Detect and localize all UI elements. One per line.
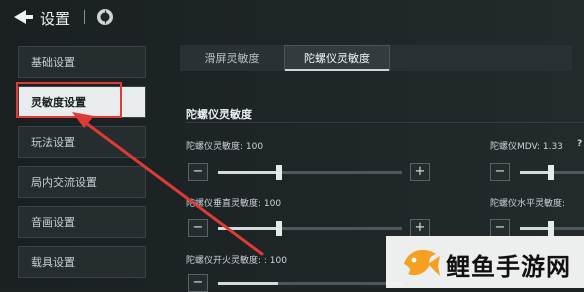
sidebar-item-label: 音画设置 (31, 216, 75, 229)
game-logo-icon (97, 9, 113, 25)
tab-swipe-sensitivity[interactable]: 滑屏灵敏度 (180, 45, 284, 71)
tab-label: 陀螺仪灵敏度 (304, 52, 370, 65)
sidebar-item-basic[interactable]: 基础设置 (18, 46, 146, 78)
slider-fill (218, 282, 278, 285)
gyro-vertical-plus-button[interactable]: + (410, 219, 430, 237)
gyro-fire-slider[interactable] (218, 282, 402, 285)
fish-logo-icon (404, 249, 440, 276)
slider-thumb[interactable] (276, 221, 282, 236)
gyro-vertical-label: 陀螺仪垂直灵敏度: 100 (186, 199, 282, 209)
sidebar-item-communication[interactable]: 局内交流设置 (18, 166, 146, 198)
gyro-sensitivity-plus-button[interactable]: + (410, 163, 430, 181)
tab-label: 滑屏灵敏度 (204, 52, 260, 65)
sidebar-item-audio-video[interactable]: 音画设置 (18, 206, 146, 238)
watermark-text: 鲤鱼手游网 (446, 253, 571, 281)
annotation-highlight-box (16, 82, 122, 118)
page-title: 设置 (40, 10, 71, 28)
gyro-horizontal-label: 陀螺仪水平灵敏度: (490, 199, 566, 209)
gyro-mdv-label: 陀螺仪MDV: 1.33 (490, 142, 563, 152)
sidebar-item-label: 玩法设置 (31, 136, 75, 149)
slider-fill (218, 171, 278, 174)
slider-fill (520, 171, 550, 174)
help-icon[interactable]: ? (577, 139, 582, 149)
gyro-vertical-slider[interactable] (218, 221, 402, 236)
sidebar-item-vehicle[interactable]: 载具设置 (18, 246, 146, 278)
gyro-sensitivity-slider[interactable] (218, 165, 402, 180)
slider-thumb[interactable] (276, 165, 282, 180)
gyro-sensitivity-label: 陀螺仪灵敏度: 100 (186, 142, 264, 152)
sidebar-item-label: 局内交流设置 (31, 176, 97, 189)
back-arrow-icon[interactable] (14, 9, 34, 25)
gyro-horizontal-minus-button[interactable]: − (490, 219, 510, 237)
gyro-sensitivity-minus-button[interactable]: − (188, 163, 208, 181)
section-title: 陀螺仪灵敏度 (186, 108, 252, 121)
tab-gyro-sensitivity[interactable]: 陀螺仪灵敏度 (284, 45, 390, 71)
tab-bar: 滑屏灵敏度 陀螺仪灵敏度 (180, 45, 572, 71)
slider-fill (218, 227, 278, 230)
gyro-mdv-slider[interactable] (520, 165, 584, 180)
top-bar: 设置 (0, 0, 584, 34)
gyro-vertical-minus-button[interactable]: − (188, 219, 208, 237)
gyro-mdv-minus-button[interactable]: − (490, 163, 510, 181)
section-divider (186, 122, 584, 123)
gyro-fire-label: 陀螺仪开火灵敏度: : 100 (186, 256, 287, 266)
header-divider (84, 10, 85, 24)
gyro-horizontal-slider[interactable] (520, 221, 584, 236)
sidebar-item-label: 载具设置 (31, 256, 75, 269)
slider-thumb[interactable] (548, 221, 554, 236)
watermark: 鲤鱼手游网 (386, 236, 584, 288)
slider-thumb[interactable] (548, 165, 554, 180)
sidebar-item-gameplay[interactable]: 玩法设置 (18, 126, 146, 158)
slider-fill (520, 227, 550, 230)
gyro-fire-minus-button[interactable]: − (188, 274, 208, 292)
sidebar-item-label: 基础设置 (31, 56, 75, 69)
